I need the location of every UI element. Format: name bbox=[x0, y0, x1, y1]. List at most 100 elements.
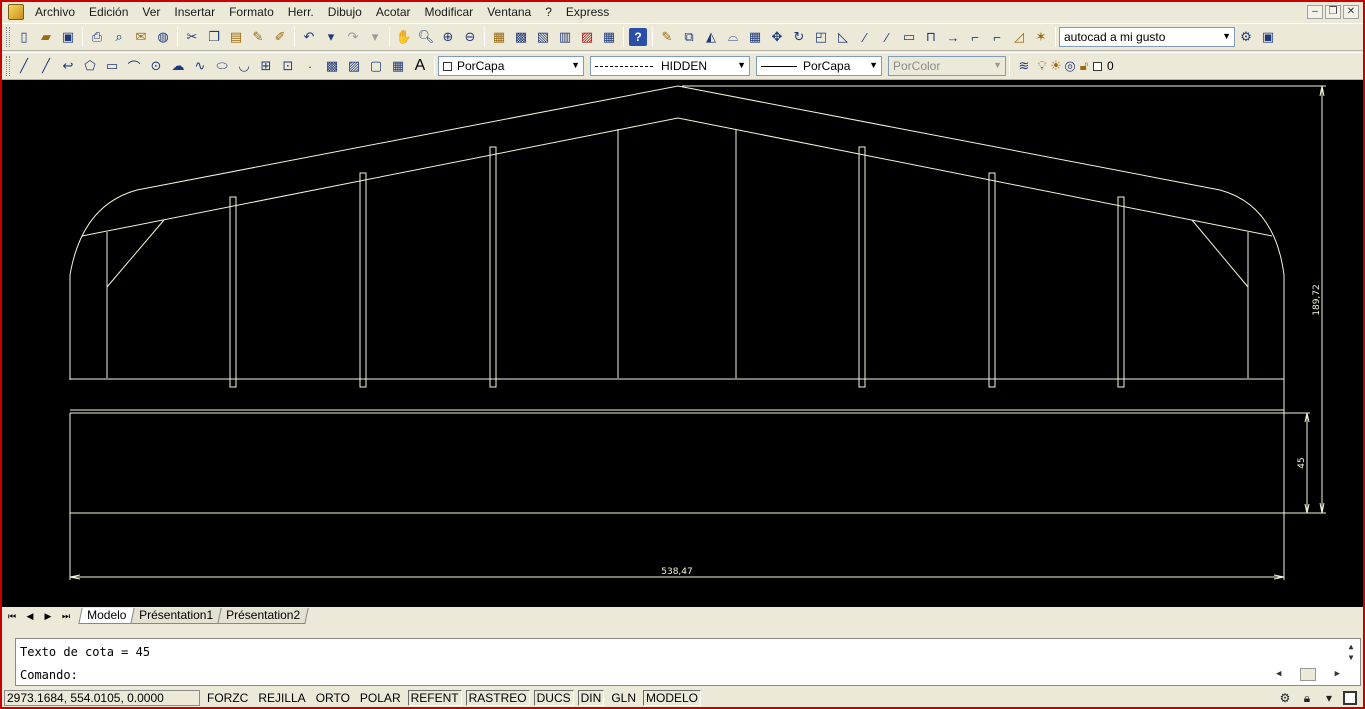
close-doc-button[interactable]: ✕ bbox=[1343, 5, 1359, 19]
hatch-icon[interactable]: ▩ bbox=[321, 55, 343, 77]
first-tab-icon[interactable]: ⏮ bbox=[4, 609, 20, 623]
tab-presentation2[interactable]: Présentation2 bbox=[217, 608, 310, 624]
menu-formato[interactable]: Formato bbox=[222, 2, 281, 22]
scroll-thumb[interactable] bbox=[1300, 667, 1316, 681]
calculator-icon[interactable]: ▦ bbox=[598, 26, 620, 48]
command-vertical-scrollbar[interactable]: ▲ ▼ bbox=[1344, 641, 1358, 685]
layer-value[interactable]: 0 bbox=[1107, 59, 1114, 73]
print-icon[interactable]: ⎙ bbox=[86, 26, 108, 48]
layer-viewport-freeze-icon[interactable]: ◎ bbox=[1063, 55, 1077, 77]
gradient-icon[interactable]: ▨ bbox=[343, 55, 365, 77]
menu-ventana[interactable]: Ventana bbox=[480, 2, 538, 22]
ellipse-icon[interactable]: ⬭ bbox=[211, 55, 233, 77]
clean-screen-icon[interactable] bbox=[1343, 690, 1357, 705]
layer-freeze-sun-icon[interactable]: ☀ bbox=[1049, 55, 1063, 77]
multiline-text-icon[interactable]: A bbox=[409, 55, 431, 77]
toolbar-lock-icon[interactable]: 🔒︎ bbox=[1299, 690, 1315, 706]
undo-icon[interactable]: ↶ bbox=[298, 26, 320, 48]
point-icon[interactable]: · bbox=[299, 55, 321, 77]
polar-toggle[interactable]: POLAR bbox=[357, 690, 404, 706]
snap-toggle[interactable]: FORZC bbox=[204, 690, 251, 706]
tab-presentation1[interactable]: Présentation1 bbox=[130, 608, 223, 624]
linetype-control-select[interactable]: HIDDEN ▼ bbox=[590, 56, 750, 76]
save-icon[interactable]: ▣ bbox=[57, 26, 79, 48]
extend-icon[interactable]: ⁄ bbox=[876, 26, 898, 48]
menu-acotar[interactable]: Acotar bbox=[369, 2, 418, 22]
communication-center-icon[interactable]: ⚙ bbox=[1277, 690, 1293, 706]
publish-icon[interactable]: ✉ bbox=[130, 26, 152, 48]
command-horizontal-scrollbar[interactable]: ◀ ▶ bbox=[1276, 666, 1340, 682]
autocad-app-icon[interactable] bbox=[8, 4, 24, 20]
pan-realtime-icon[interactable]: ✋ bbox=[393, 26, 415, 48]
stretch-icon[interactable]: ◺ bbox=[832, 26, 854, 48]
cut-icon[interactable]: ✂ bbox=[181, 26, 203, 48]
ellipse-arc-icon[interactable]: ◡ bbox=[233, 55, 255, 77]
mirror-icon[interactable]: ◭ bbox=[700, 26, 722, 48]
lineweight-toggle[interactable]: GLN bbox=[608, 690, 639, 706]
insert-block-icon[interactable]: ⊞ bbox=[255, 55, 277, 77]
workspace-save-icon[interactable]: ▣ bbox=[1257, 26, 1279, 48]
layer-on-bulb-icon[interactable]: 💡︎ bbox=[1035, 55, 1049, 77]
lineweight-control-select[interactable]: PorCapa ▼ bbox=[756, 56, 882, 76]
region-icon[interactable]: ▢ bbox=[365, 55, 387, 77]
circle-icon[interactable]: ⊙ bbox=[145, 55, 167, 77]
construction-line-icon[interactable]: ╱ bbox=[35, 55, 57, 77]
toolbar-grip[interactable] bbox=[6, 56, 10, 76]
offset-icon[interactable]: ⌓ bbox=[722, 26, 744, 48]
command-window[interactable]: Texto de cota = 45 Comando: ▲ ▼ ◀ ▶ bbox=[15, 638, 1361, 686]
explode-alt-icon[interactable]: ✶ bbox=[1030, 26, 1052, 48]
properties-icon[interactable]: ▦ bbox=[488, 26, 510, 48]
redo-dropdown-icon[interactable]: ▾ bbox=[364, 26, 386, 48]
markup-icon[interactable]: ▨ bbox=[576, 26, 598, 48]
coordinates-readout[interactable]: 2973.1684, 554.0105, 0.0000 bbox=[4, 689, 200, 706]
toolbar-grip[interactable] bbox=[6, 27, 10, 47]
menu-insertar[interactable]: Insertar bbox=[167, 2, 222, 22]
minimize-doc-button[interactable]: – bbox=[1307, 5, 1323, 19]
restore-doc-button[interactable]: ❐ bbox=[1325, 5, 1341, 19]
rotate-icon[interactable]: ↻ bbox=[788, 26, 810, 48]
polyline-icon[interactable]: ↩ bbox=[57, 55, 79, 77]
rectangle-icon[interactable]: ▭ bbox=[101, 55, 123, 77]
menu-modificar[interactable]: Modificar bbox=[418, 2, 481, 22]
match-properties-icon[interactable]: ✎ bbox=[247, 26, 269, 48]
paste-icon[interactable]: ▤ bbox=[225, 26, 247, 48]
help-icon[interactable]: ? bbox=[629, 28, 647, 46]
menu-help[interactable]: ? bbox=[538, 2, 559, 22]
ducs-toggle[interactable]: DUCS bbox=[533, 689, 574, 706]
web-publish-icon[interactable]: ◍ bbox=[152, 26, 174, 48]
zoom-realtime-icon[interactable]: 🔍︎ bbox=[415, 26, 437, 48]
sheet-set-icon[interactable]: ▥ bbox=[554, 26, 576, 48]
tab-modelo[interactable]: Modelo bbox=[78, 608, 136, 624]
workspace-select[interactable]: autocad a mi gusto ▼ bbox=[1059, 27, 1235, 47]
explode-icon[interactable]: ◿ bbox=[1008, 26, 1030, 48]
spline-icon[interactable]: ∿ bbox=[189, 55, 211, 77]
array-icon[interactable]: ▦ bbox=[744, 26, 766, 48]
menu-edicion[interactable]: Edición bbox=[82, 2, 135, 22]
workspace-settings-icon[interactable]: ⚙ bbox=[1235, 26, 1257, 48]
print-preview-icon[interactable]: ⌕ bbox=[108, 26, 130, 48]
undo-dropdown-icon[interactable]: ▾ bbox=[320, 26, 342, 48]
break-at-point-icon[interactable]: ▭ bbox=[898, 26, 920, 48]
tool-palettes-icon[interactable]: ▧ bbox=[532, 26, 554, 48]
open-file-icon[interactable]: ▰ bbox=[35, 26, 57, 48]
move-icon[interactable]: ✥ bbox=[766, 26, 788, 48]
menu-archivo[interactable]: Archivo bbox=[28, 2, 82, 22]
layer-lock-icon[interactable]: 🔓︎ bbox=[1077, 55, 1091, 77]
join-icon[interactable]: → bbox=[942, 26, 964, 48]
erase-icon[interactable]: ✎ bbox=[656, 26, 678, 48]
arc-icon[interactable]: ⌒ bbox=[123, 55, 145, 77]
redo-icon[interactable]: ↷ bbox=[342, 26, 364, 48]
design-center-icon[interactable]: ▩ bbox=[510, 26, 532, 48]
prev-tab-icon[interactable]: ◀ bbox=[22, 609, 38, 623]
otrack-toggle[interactable]: RASTREO bbox=[465, 689, 530, 706]
model-space-canvas[interactable]: 538,47 189,72 45 bbox=[2, 80, 1363, 607]
dyn-toggle[interactable]: DIN bbox=[577, 689, 605, 706]
copy-icon[interactable]: ❐ bbox=[203, 26, 225, 48]
model-toggle[interactable]: MODELO bbox=[643, 689, 702, 706]
table-icon[interactable]: ▦ bbox=[387, 55, 409, 77]
make-block-icon[interactable]: ⊡ bbox=[277, 55, 299, 77]
menu-dibujo[interactable]: Dibujo bbox=[321, 2, 369, 22]
last-tab-icon[interactable]: ⏭ bbox=[58, 609, 74, 623]
tray-menu-chevron-icon[interactable]: ▾ bbox=[1321, 690, 1337, 706]
menu-express[interactable]: Express bbox=[559, 2, 616, 22]
